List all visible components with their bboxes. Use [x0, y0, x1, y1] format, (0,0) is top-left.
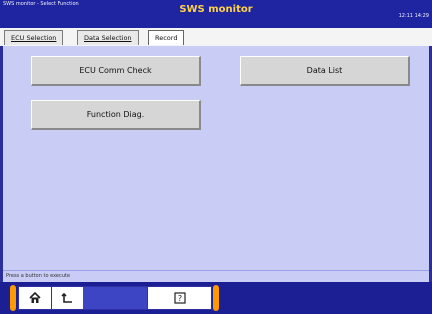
tab-data-selection[interactable]: Data Selection — [77, 30, 139, 45]
tab-ecu-selection[interactable]: ECU Selection — [4, 30, 64, 45]
function-diag-button[interactable]: Function Diag. — [31, 100, 201, 130]
ecu-comm-check-button[interactable]: ECU Comm Check — [31, 56, 201, 86]
back-button[interactable] — [51, 287, 84, 309]
help-icon: ? — [173, 291, 187, 305]
help-button[interactable]: ? — [147, 287, 213, 309]
svg-text:?: ? — [178, 294, 182, 303]
status-text: Press a button to execute — [6, 273, 70, 279]
toolbar-right-cap — [213, 285, 219, 311]
datetime: 12:11 14:29 — [398, 13, 429, 19]
button-label: ECU Comm Check — [79, 66, 152, 75]
tab-row: ECU Selection Data Selection Record — [0, 28, 432, 46]
toolbar-blank-1[interactable] — [83, 287, 116, 309]
data-list-button[interactable]: Data List — [240, 56, 410, 86]
back-icon — [60, 291, 74, 305]
tab-label: ECU Selection — [11, 34, 57, 42]
home-button[interactable] — [19, 287, 52, 309]
tab-record[interactable]: Record — [148, 30, 185, 45]
bottom-toolbar: ? — [0, 282, 432, 314]
title-bar: SWS monitor - Select Function SWS monito… — [0, 0, 432, 28]
toolbar-blank-2[interactable] — [115, 287, 148, 309]
tab-label: Data Selection — [84, 34, 132, 42]
app-title: SWS monitor — [179, 4, 253, 15]
status-bar: Press a button to execute — [3, 270, 429, 282]
button-label: Function Diag. — [86, 110, 145, 119]
tab-label: Record — [155, 34, 178, 42]
toolbar-buttons: ? — [18, 286, 212, 310]
toolbar-left-cap — [10, 285, 16, 311]
main-panel: ECU Comm Check Data List Function Diag. — [3, 46, 429, 270]
home-icon — [28, 291, 42, 305]
button-label: Data List — [306, 66, 343, 75]
